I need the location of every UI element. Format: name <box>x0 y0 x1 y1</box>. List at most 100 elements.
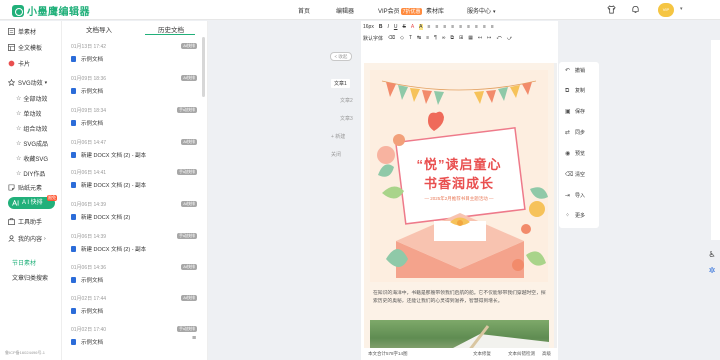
sidebar-item-tools[interactable]: 工具助手 <box>8 217 42 226</box>
text-repair-button[interactable]: 文本修复 <box>473 351 491 357</box>
import-tool-button[interactable]: ⇥ 导入 <box>565 192 585 200</box>
nav-vip[interactable]: VIP会员 7折优惠 <box>378 6 423 15</box>
sidebar-item-sticker[interactable]: 贴纸元素 <box>8 183 42 192</box>
copy-icon: ⧉ <box>565 87 570 94</box>
article-body-text[interactable]: 在知识的海洋中，书籍是那艘带领我们启航的船。它不仅能够带我们穿越时空，探索历史的… <box>373 290 549 306</box>
text-button[interactable]: T <box>409 35 412 41</box>
assistant-icon[interactable]: ✲ <box>707 266 717 276</box>
tab-doc-import[interactable]: 文档导入 <box>86 24 112 34</box>
sidebar-item-single-material[interactable]: 单素材 <box>8 27 36 36</box>
redo-button[interactable]: ⤻ <box>507 35 512 41</box>
ordered-list-button[interactable]: ≡ <box>491 24 494 30</box>
pilcrow-button[interactable]: ¶ <box>434 35 437 41</box>
ai-typeset-button[interactable]: A I 快排 限免 <box>8 195 57 209</box>
accessibility-icon[interactable]: ♿ <box>707 250 717 260</box>
grid-button[interactable]: ▦ <box>468 35 473 41</box>
logo[interactable]: 小墨鹰编辑器 <box>12 3 90 18</box>
copy-style-button[interactable]: ⧉ <box>450 35 454 41</box>
outdent-button[interactable]: ≡ <box>467 24 470 30</box>
close-doc-button[interactable]: 关闭 <box>331 151 341 158</box>
editor-canvas[interactable]: “悦”读启童心 书香润成长 — 2025年2月推荐书目主题活动 — 在知识的海洋… <box>364 63 555 348</box>
italic-button[interactable]: I <box>387 24 388 30</box>
ai-typeset-label: A I 快排 <box>22 200 43 206</box>
font-size-select[interactable]: 16px <box>363 24 374 30</box>
editor-scrollbar[interactable] <box>554 63 557 348</box>
underline-button[interactable]: U <box>394 24 398 30</box>
sidebar-subitem-diy-works[interactable]: ☆ DIY作品 <box>16 169 45 178</box>
history-row[interactable]: 01月13日 17:42 AI快排 示例文档 <box>71 43 201 75</box>
chevron-down-icon[interactable]: ▾ <box>680 6 683 12</box>
line-height-button[interactable]: ≡ <box>475 24 478 30</box>
sidebar-item-my-content[interactable]: 我的内容 › <box>8 234 46 243</box>
sidebar-subitem-svg-finished[interactable]: ☆ SVG成品 <box>16 139 48 148</box>
history-row[interactable]: 01月09日 18:34 手动快排 示例文档 <box>71 107 201 139</box>
sidebar-subitem-all-effects[interactable]: ☆ 全部动效 <box>16 94 47 103</box>
sidebar-link-article-search[interactable]: 文章归类搜索 <box>12 273 48 282</box>
link-button[interactable]: ∞ <box>442 35 446 41</box>
undo-tool-button[interactable]: ↶ 撤销 <box>565 67 585 75</box>
undo-button[interactable]: ⤺ <box>496 35 501 41</box>
bell-icon[interactable] <box>631 5 640 14</box>
sidebar-item-label: 单素材 <box>18 30 37 36</box>
align-left-button[interactable]: ≡ <box>428 24 431 30</box>
strikethrough-button[interactable]: S <box>402 24 405 30</box>
clear-tool-button[interactable]: ⌫ 清空 <box>565 171 585 179</box>
article-photo[interactable] <box>370 320 549 348</box>
sidebar-subitem-favorite-svg[interactable]: ☆ 收藏SVG <box>16 154 48 163</box>
history-row[interactable]: 01月06日 14:39 AI快排 新建 DOCX 文档 (2) <box>71 201 201 233</box>
more-tool-button[interactable]: ⁘ 更多 <box>565 212 585 220</box>
history-row[interactable]: 01月06日 14:41 手动快排 新建 DOCX 文档 (2) - 副本 <box>71 169 201 201</box>
indent-left-button[interactable]: ↤ <box>478 35 482 41</box>
text-check-button[interactable]: 文本纠错检测 <box>508 351 535 357</box>
letter-spacing-button[interactable]: ↹ <box>417 35 421 41</box>
history-row[interactable]: 01月02日 17:44 AI快排 示例文档 <box>71 295 201 327</box>
indent-right-button[interactable]: ↦ <box>487 35 491 41</box>
history-row[interactable]: 01月02日 17:40 手动快排 示例文档 <box>71 326 201 358</box>
bold-button[interactable]: B <box>379 24 383 30</box>
history-row[interactable]: 01月06日 14:36 AI快排 示例文档 <box>71 264 201 296</box>
sidebar-item-svg-effect[interactable]: SVG动效 ▾ <box>8 78 47 87</box>
sync-tool-button[interactable]: ⇄ 同步 <box>565 129 585 137</box>
nav-materials[interactable]: 素材库 <box>426 6 444 15</box>
shirt-icon[interactable] <box>607 5 616 14</box>
history-row[interactable]: 01月06日 14:47 AI快排 新建 DOCX 文档 (2) - 副本 <box>71 139 201 171</box>
history-row[interactable]: 01月06日 14:39 手动快排 新建 DOCX 文档 (2) - 副本 <box>71 233 201 265</box>
align-center-button[interactable]: ≡ <box>435 24 438 30</box>
scrollbar[interactable] <box>202 37 205 97</box>
nav-service[interactable]: 服务中心 ▾ <box>467 6 496 15</box>
sidebar-item-card[interactable]: 卡片 <box>8 59 30 68</box>
bg-color-button[interactable]: A <box>419 24 423 30</box>
paragraph-button[interactable]: ≡ <box>426 35 429 41</box>
sidebar-subitem-single-effect[interactable]: ☆ 单动效 <box>16 109 41 118</box>
align-justify-button[interactable]: ≡ <box>451 24 454 30</box>
row-name: 示例文档 <box>81 89 104 95</box>
list-button[interactable]: ≡ <box>483 24 486 30</box>
icp-record[interactable]: 鲁ICP备16024496号-1 <box>5 350 45 356</box>
table-button[interactable]: ⊞ <box>459 35 463 41</box>
preview-tool-button[interactable]: ◉ 预览 <box>565 150 585 158</box>
doc-tab-active[interactable]: 文章1 <box>331 79 350 88</box>
poster-title-line1: “悦”读启童心 <box>416 157 502 172</box>
advanced-button[interactable]: 高级 <box>542 351 551 357</box>
tab-history-docs[interactable]: 历史文档 <box>158 24 184 34</box>
nav-home[interactable]: 首页 <box>298 6 310 15</box>
font-color-button[interactable]: A <box>411 24 414 30</box>
align-right-button[interactable]: ≡ <box>443 24 446 30</box>
doc-tab[interactable]: 文章3 <box>340 115 353 122</box>
new-doc-button[interactable]: + 新建 <box>331 133 345 140</box>
collapse-button[interactable]: < 收起 <box>330 52 352 61</box>
sidebar-item-full-template[interactable]: 全文模板 <box>8 43 42 52</box>
format-painter-button[interactable]: ◇ <box>400 35 404 41</box>
nav-editor[interactable]: 编辑器 <box>336 6 354 15</box>
save-tool-button[interactable]: ▣ 保存 <box>565 108 585 116</box>
doc-tab[interactable]: 文章2 <box>340 97 353 104</box>
menu-icon[interactable]: ≡ <box>192 335 196 342</box>
font-family-select[interactable]: 默认字体 <box>363 35 383 42</box>
sidebar-subitem-combo-effect[interactable]: ☆ 组合动效 <box>16 124 47 133</box>
history-row[interactable]: 01月09日 18:36 AI快排 示例文档 <box>71 75 201 107</box>
indent-button[interactable]: ≡ <box>459 24 462 30</box>
copy-tool-button[interactable]: ⧉ 复制 <box>565 87 585 95</box>
avatar[interactable]: VIP <box>658 3 674 17</box>
clear-format-button[interactable]: ⌫ <box>388 35 395 41</box>
sidebar-link-festival[interactable]: 节日素材 <box>12 258 36 267</box>
